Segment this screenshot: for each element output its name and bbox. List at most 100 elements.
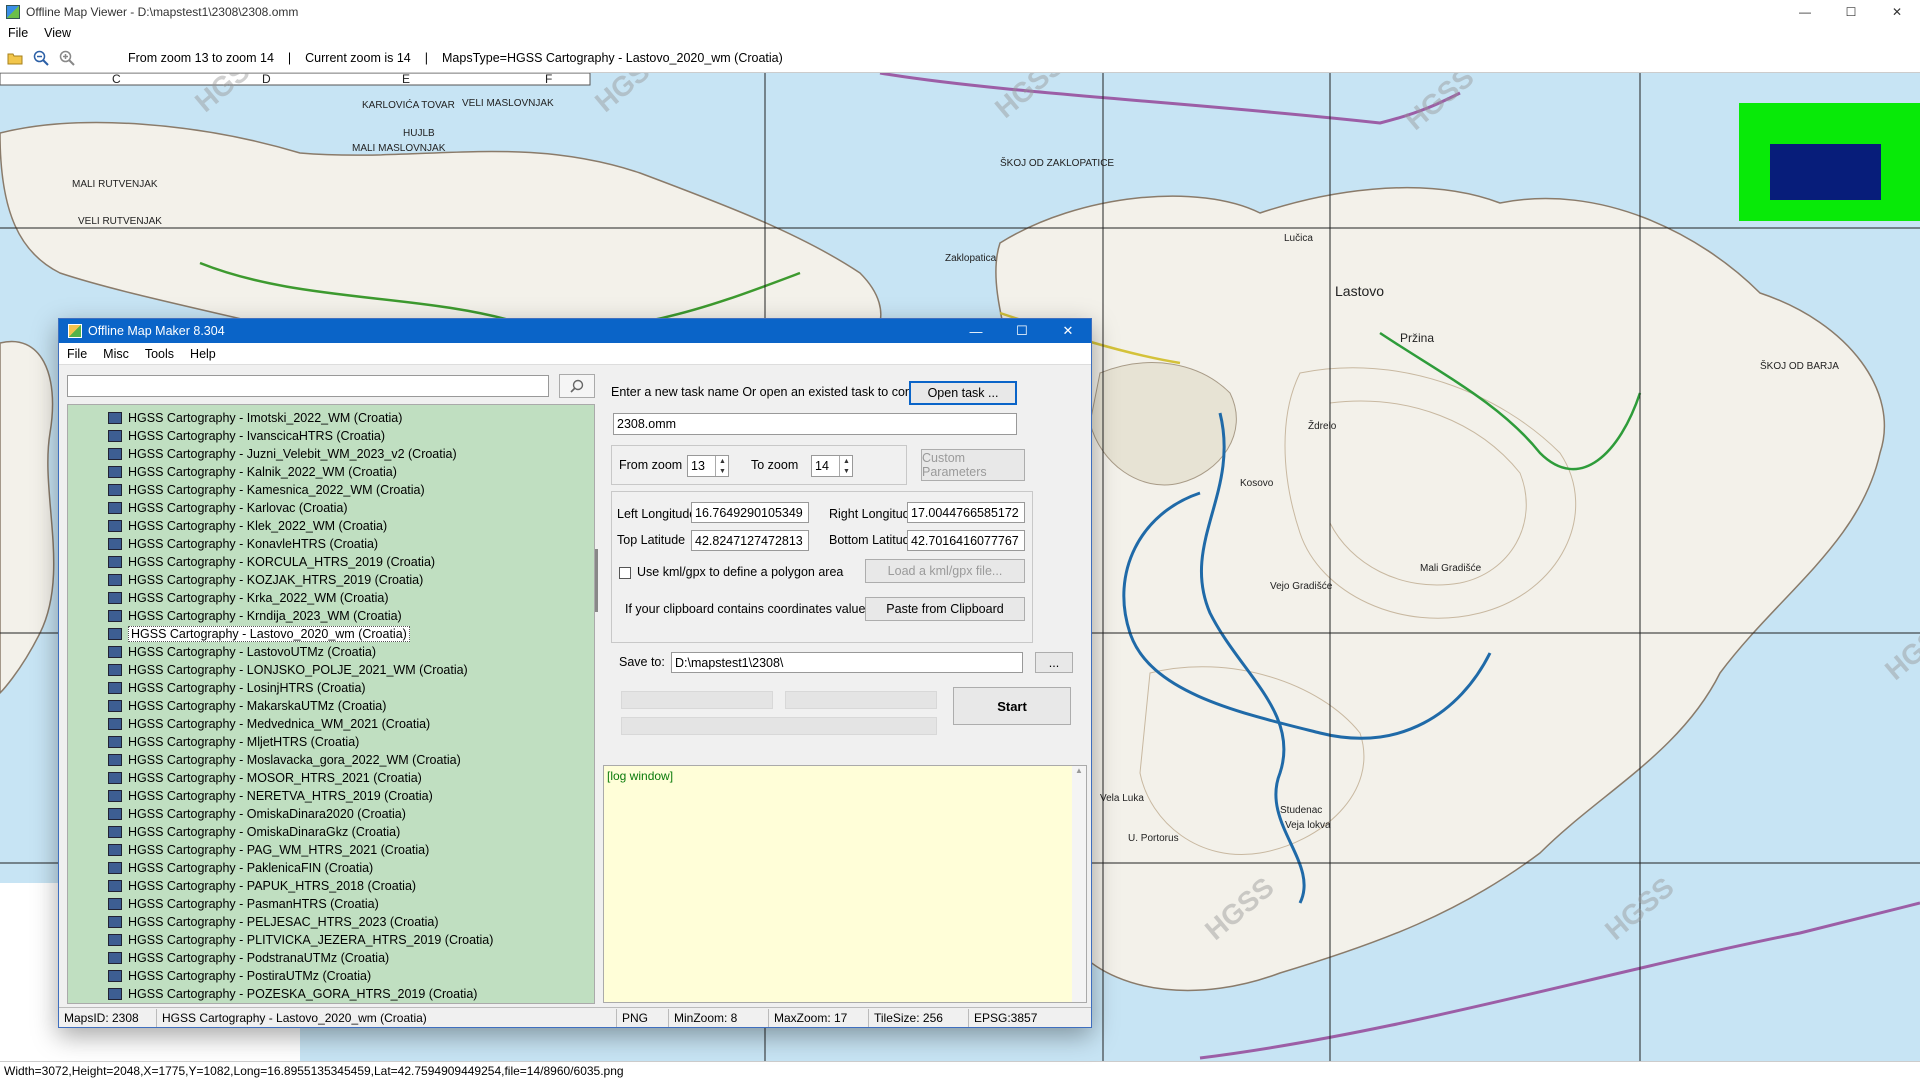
start-button[interactable]: Start [953, 687, 1071, 725]
tree-item[interactable]: HGSS Cartography - PELJESAC_HTRS_2023 (C… [108, 913, 439, 931]
tree-item[interactable]: HGSS Cartography - Krka_2022_WM (Croatia… [108, 589, 389, 607]
search-icon[interactable] [559, 374, 595, 398]
maps-tree[interactable]: HGSS Cartography - Imotski_2022_WM (Croa… [67, 404, 595, 1004]
progress-bar [785, 691, 937, 709]
bottom-latitude-input[interactable]: 42.7016416077767 [907, 530, 1025, 551]
spin-up-icon[interactable]: ▲ [716, 456, 729, 466]
log-window[interactable]: [log window] ▲ [603, 765, 1087, 1003]
tree-item[interactable]: HGSS Cartography - LONJSKO_POLJE_2021_WM… [108, 661, 468, 679]
right-longitude-input[interactable]: 17.0044766585172 [907, 502, 1025, 523]
map-maker-app-icon [68, 324, 82, 338]
from-zoom-spinner[interactable]: ▲ ▼ [715, 456, 729, 476]
tree-item[interactable]: HGSS Cartography - OmiskaDinara2020 (Cro… [108, 805, 406, 823]
spin-up-icon[interactable]: ▲ [840, 456, 853, 466]
map-place-label: Vela Luka [1100, 793, 1144, 804]
open-folder-icon[interactable] [4, 47, 26, 69]
tree-item-label: HGSS Cartography - PodstranaUTMz (Croati… [128, 951, 390, 965]
minimize-icon[interactable]: — [1782, 0, 1828, 23]
log-scrollbar[interactable]: ▲ [1072, 766, 1086, 1002]
tree-item[interactable]: HGSS Cartography - IvanscicaHTRS (Croati… [108, 427, 385, 445]
menu-help[interactable]: Help [182, 347, 224, 361]
tree-item[interactable]: HGSS Cartography - LastovoUTMz (Croatia) [108, 643, 376, 661]
menu-file[interactable]: File [59, 347, 95, 361]
status-min-zoom: MinZoom: 8 [669, 1008, 769, 1027]
tree-item[interactable]: HGSS Cartography - Klek_2022_WM (Croatia… [108, 517, 387, 535]
map-layer-icon [108, 754, 122, 766]
menu-view[interactable]: View [36, 26, 79, 40]
zoom-out-icon[interactable] [30, 47, 52, 69]
close-icon[interactable]: ✕ [1874, 0, 1920, 23]
map-place-label: ŠKOJ OD ZAKLOPATICE [1000, 158, 1115, 169]
tree-item[interactable]: HGSS Cartography - MOSOR_HTRS_2021 (Croa… [108, 769, 422, 787]
tree-item[interactable]: HGSS Cartography - MljetHTRS (Croatia) [108, 733, 359, 751]
zoom-in-icon[interactable] [56, 47, 78, 69]
browse-folder-button[interactable]: ... [1035, 652, 1073, 673]
tree-item[interactable]: HGSS Cartography - PodstranaUTMz (Croati… [108, 949, 389, 967]
maps-list-pane: HGSS Cartography - Imotski_2022_WM (Croa… [63, 371, 599, 1007]
window-controls: — ☐ ✕ [1782, 0, 1920, 23]
open-task-button[interactable]: Open task ... [909, 381, 1017, 405]
tree-item-label: HGSS Cartography - Moslavacka_gora_2022_… [128, 753, 461, 767]
load-kml-button[interactable]: Load a kml/gpx file... [865, 559, 1025, 583]
tree-item[interactable]: HGSS Cartography - Kamesnica_2022_WM (Cr… [108, 481, 425, 499]
left-longitude-label: Left Longitude [617, 507, 697, 521]
maximize-icon[interactable]: ☐ [1828, 0, 1874, 23]
map-layer-icon [108, 772, 122, 784]
map-place-label: Ždrelo [1308, 421, 1337, 432]
grid-letter: C [112, 73, 121, 86]
map-layer-icon [108, 592, 122, 604]
top-latitude-input[interactable]: 42.8247127472813 [691, 530, 809, 551]
tree-item[interactable]: HGSS Cartography - PasmanHTRS (Croatia) [108, 895, 379, 913]
close-icon[interactable]: ✕ [1045, 319, 1091, 343]
to-zoom-spinner[interactable]: ▲ ▼ [839, 456, 853, 476]
tree-item[interactable]: HGSS Cartography - POZESKA_GORA_HTRS_201… [108, 985, 477, 1003]
tree-item[interactable]: HGSS Cartography - PLITVICKA_JEZERA_HTRS… [108, 931, 493, 949]
tree-item[interactable]: HGSS Cartography - Medvednica_WM_2021 (C… [108, 715, 430, 733]
menu-tools[interactable]: Tools [137, 347, 182, 361]
grid-letter: E [402, 73, 411, 86]
tree-item[interactable]: HGSS Cartography - Krndija_2023_WM (Croa… [108, 607, 402, 625]
tree-item[interactable]: HGSS Cartography - Kalnik_2022_WM (Croat… [108, 463, 397, 481]
maximize-icon[interactable]: ☐ [999, 319, 1045, 343]
left-longitude-input[interactable]: 16.7649290105349 [691, 502, 809, 523]
overview-minimap[interactable] [1739, 103, 1920, 221]
tree-item[interactable]: HGSS Cartography - Moslavacka_gora_2022_… [108, 751, 461, 769]
tree-item[interactable]: HGSS Cartography - Imotski_2022_WM (Croa… [108, 409, 402, 427]
tree-item[interactable]: HGSS Cartography - KonavleHTRS (Croatia) [108, 535, 378, 553]
custom-parameters-button[interactable]: Custom Parameters [921, 449, 1025, 481]
window-titlebar: Offline Map Viewer - D:\mapstest1\2308\2… [0, 0, 1920, 23]
tree-item[interactable]: HGSS Cartography - Juzni_Velebit_WM_2023… [108, 445, 457, 463]
tree-item[interactable]: HGSS Cartography - LosinjHTRS (Croatia) [108, 679, 366, 697]
spin-down-icon[interactable]: ▼ [716, 466, 729, 476]
status-max-zoom: MaxZoom: 17 [769, 1008, 869, 1027]
tree-scrollbar[interactable] [595, 549, 598, 612]
spin-down-icon[interactable]: ▼ [840, 466, 853, 476]
minimap-viewport[interactable] [1770, 144, 1881, 200]
maps-search-input[interactable] [67, 375, 549, 397]
tree-item[interactable]: HGSS Cartography - KORCULA_HTRS_2019 (Cr… [108, 553, 435, 571]
kml-checkbox[interactable] [619, 567, 631, 579]
task-prompt-label: Enter a new task name Or open an existed… [611, 385, 943, 399]
task-name-input[interactable]: 2308.omm [613, 413, 1017, 435]
minimize-icon[interactable]: — [953, 319, 999, 343]
tree-item[interactable]: HGSS Cartography - PostiraUTMz (Croatia) [108, 967, 371, 985]
status-epsg: EPSG:3857 [974, 1010, 1038, 1025]
tree-item[interactable]: HGSS Cartography - Karlovac (Croatia) [108, 499, 348, 517]
tree-item-label: HGSS Cartography - Krndija_2023_WM (Croa… [128, 609, 402, 623]
tree-item[interactable]: HGSS Cartography - KOZJAK_HTRS_2019 (Cro… [108, 571, 423, 589]
save-to-input[interactable]: D:\mapstest1\2308\ [671, 652, 1023, 673]
paste-from-clipboard-button[interactable]: Paste from Clipboard [865, 597, 1025, 621]
tree-item[interactable]: HGSS Cartography - PaklenicaFIN (Croatia… [108, 859, 373, 877]
menu-misc[interactable]: Misc [95, 347, 137, 361]
tree-item[interactable]: HGSS Cartography - PAG_WM_HTRS_2021 (Cro… [108, 841, 429, 859]
tree-item[interactable]: HGSS Cartography - MakarskaUTMz (Croatia… [108, 697, 386, 715]
tree-item-label: HGSS Cartography - KonavleHTRS (Croatia) [128, 537, 379, 551]
tree-item[interactable]: HGSS Cartography - Lastovo_2020_wm (Croa… [108, 625, 410, 643]
tree-item-label: HGSS Cartography - LosinjHTRS (Croatia) [128, 681, 366, 695]
tree-item[interactable]: HGSS Cartography - PAPUK_HTRS_2018 (Croa… [108, 877, 416, 895]
menu-file[interactable]: File [0, 26, 36, 40]
scroll-up-icon[interactable]: ▲ [1072, 766, 1086, 775]
tree-item[interactable]: HGSS Cartography - OmiskaDinaraGkz (Croa… [108, 823, 400, 841]
tree-item[interactable]: HGSS Cartography - NERETVA_HTRS_2019 (Cr… [108, 787, 433, 805]
dialog-status-bar: MapsID: 2308 HGSS Cartography - Lastovo_… [59, 1007, 1091, 1027]
